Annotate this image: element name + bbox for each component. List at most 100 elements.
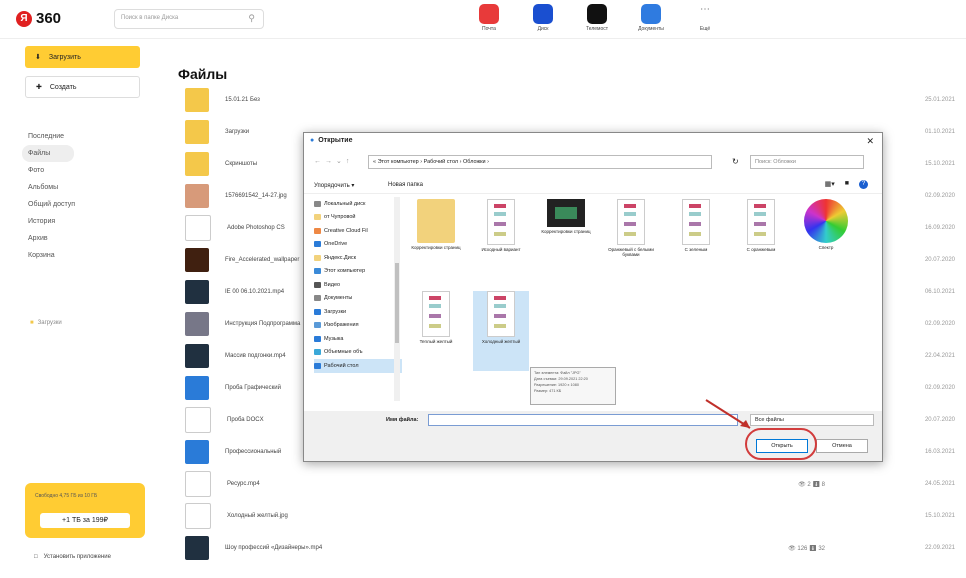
tree-item[interactable]: Загрузки xyxy=(314,305,402,319)
new-folder-button[interactable]: Новая папка xyxy=(388,182,423,188)
sidebar-item[interactable]: Файлы xyxy=(22,145,74,162)
dialog-file-item[interactable]: Спектр xyxy=(798,199,854,250)
filename-input[interactable] xyxy=(428,414,738,426)
file-row[interactable]: Холодный желтый.jpg 15.10.2021 xyxy=(185,500,955,532)
wheel-icon xyxy=(804,199,848,243)
folder-icon: ■ xyxy=(30,320,34,326)
app-label: Ещё xyxy=(699,26,711,32)
device-icon: □ xyxy=(34,554,38,560)
sidebar-item[interactable]: Корзина xyxy=(28,247,75,264)
dialog-file-label: Теплый желтый xyxy=(419,339,453,344)
tree-item-icon xyxy=(314,281,321,288)
file-date: 16.09.2020 xyxy=(924,225,955,231)
file-date: 22.04.2021 xyxy=(924,353,955,359)
logo-mark: Я xyxy=(16,10,32,27)
sidebar-item[interactable]: Фото xyxy=(28,162,75,179)
tree-item-icon xyxy=(314,335,321,342)
file-row[interactable]: 15.01.21 Без 25.01.2021 xyxy=(185,84,955,116)
tree-item[interactable]: Локальный диск xyxy=(314,197,402,211)
search-icon[interactable]: ⚲ xyxy=(248,13,255,24)
tree-item[interactable]: Этот компьютер xyxy=(314,265,402,279)
dialog-file-item[interactable]: Исходный вариант xyxy=(473,199,529,252)
dialog-file-item[interactable]: Корректировки страниц xyxy=(538,199,594,234)
app-2[interactable]: Телемост xyxy=(578,4,616,32)
services-bar: Почта Диск Телемост Документы ⋯ Ещё xyxy=(470,4,724,32)
tree-item[interactable]: Рабочий стол xyxy=(314,359,402,373)
app-0[interactable]: Почта xyxy=(470,4,508,32)
install-app-link[interactable]: □ Установить приложение xyxy=(34,554,111,560)
upload-button[interactable]: ⬇ Загрузить xyxy=(25,46,140,68)
file-row[interactable]: Шоу профессий «Дизайнеры».mp4 👁 126 ⬇ 32 2… xyxy=(185,532,955,564)
cancel-button[interactable]: Отмена xyxy=(816,439,868,453)
file-type-select[interactable]: Все файлы xyxy=(750,414,874,426)
tree-scroll-thumb[interactable] xyxy=(395,263,399,343)
tree-item-label: Рабочий стол xyxy=(324,362,359,369)
tree-item[interactable]: Документы xyxy=(314,292,402,306)
dialog-file-item[interactable]: Теплый желтый xyxy=(408,291,464,344)
buy-storage-button[interactable]: +1 ТБ за 199₽ xyxy=(40,513,130,528)
tree-item[interactable]: Creative Cloud Fil xyxy=(314,224,402,238)
tree-item-label: Загрузки xyxy=(324,308,347,315)
app-3[interactable]: Документы xyxy=(632,4,670,32)
downloads-label: Загрузки xyxy=(37,320,62,326)
create-label: Создать xyxy=(49,83,77,91)
top-bar: Я 360 Поиск в папке Диска ⚲ Почта Диск Тел… xyxy=(0,0,966,39)
dialog-file-item[interactable]: С зеленым xyxy=(668,199,724,252)
open-file-dialog: ● Открытие ✕ ←→⌄↑ « Этот компьютер › Раб… xyxy=(303,132,883,462)
tree-item[interactable]: Музыка xyxy=(314,332,402,346)
file-thumbnail xyxy=(185,376,209,400)
file-date: 16.03.2021 xyxy=(924,449,955,455)
file-stats: 👁 2 ⬇ 8 xyxy=(798,481,825,488)
search-input[interactable]: Поиск в папке Диска ⚲ xyxy=(114,9,264,29)
preview-pane-icon[interactable]: ■ xyxy=(845,180,849,189)
app-icon xyxy=(479,4,499,24)
tree-scrollbar[interactable] xyxy=(394,197,400,401)
app-4[interactable]: ⋯ Ещё xyxy=(686,4,724,32)
dialog-file-item[interactable]: С оранжевым xyxy=(733,199,789,252)
tree-item[interactable]: от Чупровой xyxy=(314,211,402,225)
sidebar-item-downloads[interactable]: ■ Загрузки xyxy=(30,320,62,326)
tree-item[interactable]: Объемные объ xyxy=(314,346,402,360)
tree-item-icon xyxy=(314,349,321,356)
nav-arrows[interactable]: ←→⌄↑ xyxy=(314,157,353,165)
file-grid: Корректировки страниц Исходный вариант Кор… xyxy=(408,199,868,399)
dialog-file-label: Корректировки страниц xyxy=(411,245,461,250)
app-icon xyxy=(641,4,661,24)
refresh-icon[interactable]: ↻ xyxy=(732,157,739,166)
tree-item[interactable]: Яндекс.Диск xyxy=(314,251,402,265)
dialog-file-item[interactable]: Корректировки страниц xyxy=(408,199,464,250)
sidebar-item[interactable]: Альбомы xyxy=(28,179,75,196)
file-stats: 👁 126 ⬇ 32 xyxy=(788,545,825,552)
tree-item-icon xyxy=(314,322,321,329)
folder-icon xyxy=(417,199,455,243)
view-mode-icon[interactable]: ▦▾ xyxy=(825,180,835,189)
create-button[interactable]: ✚ Создать xyxy=(25,76,140,98)
file-row[interactable]: Ресурс.mp4 👁 2 ⬇ 8 24.05.2021 xyxy=(185,468,955,500)
file-date: 15.10.2021 xyxy=(924,513,955,519)
annotation-arrow xyxy=(705,399,751,429)
sidebar-item[interactable]: История xyxy=(28,213,75,230)
sidebar-item[interactable]: Последние xyxy=(28,128,75,145)
file-date: 02.09.2020 xyxy=(924,385,955,391)
tree-item[interactable]: OneDrive xyxy=(314,238,402,252)
tree-item-icon xyxy=(314,295,321,302)
sidebar-item[interactable]: Общий доступ xyxy=(28,196,75,213)
dialog-title: Открытие xyxy=(318,137,353,144)
tree-item[interactable]: Видео xyxy=(314,278,402,292)
tree-item[interactable]: Изображения xyxy=(314,319,402,333)
help-icon[interactable]: ? xyxy=(859,180,868,189)
dialog-file-label: Корректировки страниц xyxy=(541,229,591,234)
dialog-file-item[interactable]: Оранжевый с белыми буквами xyxy=(603,199,659,257)
doc-icon xyxy=(487,291,515,337)
sidebar-item[interactable]: Архив xyxy=(28,230,75,247)
tree-item-label: Локальный диск xyxy=(324,200,366,207)
close-icon[interactable]: ✕ xyxy=(866,136,874,147)
dialog-search-input[interactable]: Поиск: Обложки xyxy=(750,155,864,169)
app-1[interactable]: Диск xyxy=(524,4,562,32)
file-date: 01.10.2021 xyxy=(924,129,955,135)
file-date: 02.09.2020 xyxy=(924,321,955,327)
dialog-file-item[interactable]: Холодный желтый xyxy=(473,291,529,371)
yandex-360-logo[interactable]: Я 360 xyxy=(16,10,61,27)
address-bar[interactable]: « Этот компьютер › Рабочий стол › Обложк… xyxy=(368,155,712,169)
organize-button[interactable]: Упорядочить ▾ xyxy=(314,182,354,189)
